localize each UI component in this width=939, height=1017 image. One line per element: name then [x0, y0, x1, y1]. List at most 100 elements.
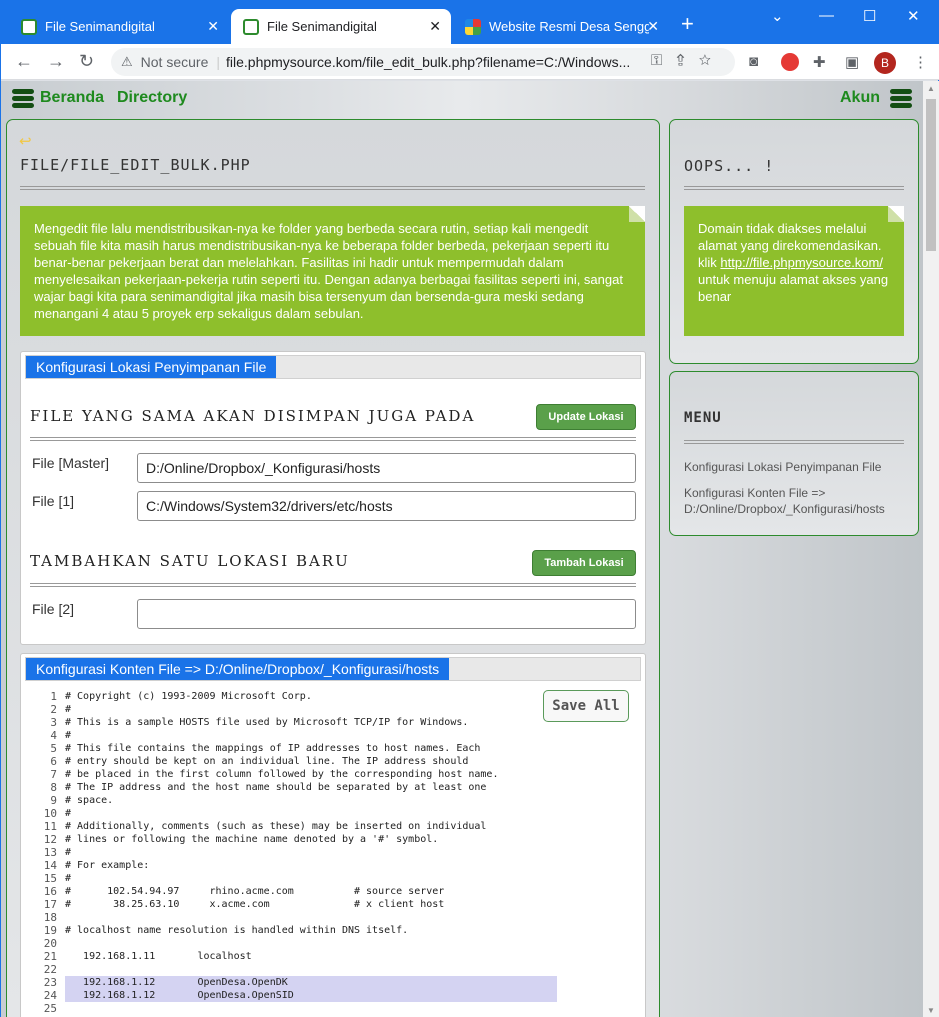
line-number: 5 — [50, 742, 57, 755]
code-line[interactable]: # The IP address and the host name shoul… — [65, 781, 557, 794]
line-number: 18 — [43, 911, 57, 924]
star-icon[interactable]: ☆ — [699, 52, 725, 69]
line-number: 9 — [50, 794, 57, 807]
line-number: 7 — [50, 768, 57, 781]
code-line[interactable]: 192.168.1.12 OpenDesa.OpenDK — [65, 976, 557, 989]
section-header: Konfigurasi Konten File => D:/Online/Dro… — [25, 657, 641, 681]
share-icon[interactable]: ⇪ — [676, 52, 698, 69]
code-line[interactable]: 192.168.1.12 OpenDesa.OpenSID — [65, 989, 557, 1002]
warning-icon[interactable]: ⚠ — [121, 54, 133, 70]
scroll-thumb[interactable] — [926, 99, 936, 251]
back-arrow-icon[interactable]: ↩ — [19, 132, 32, 150]
line-numbers: 1 2 3 4 5 6 7 8 9 10 11 12 13 14 15 16 17 18 19 20 21 22 23 24 2… — [29, 690, 57, 1015]
section-header: Konfigurasi Lokasi Penyimpanan File — [25, 355, 641, 379]
code-line[interactable] — [65, 911, 557, 924]
back-icon[interactable]: ← — [15, 51, 33, 72]
code-line[interactable]: # lines or following the machine name de… — [65, 833, 557, 846]
code-line[interactable]: # This is a sample HOSTS file used by Mi… — [65, 716, 557, 729]
code-line[interactable]: # For example: — [65, 859, 557, 872]
code-line[interactable]: # be placed in the first column followed… — [65, 768, 557, 781]
code-content[interactable]: # Copyright (c) 1993-2009 Microsoft Corp… — [65, 690, 557, 1015]
dog-ear — [888, 206, 904, 222]
puzzle-icon[interactable]: ✚ — [813, 53, 826, 71]
favicon-icon — [21, 18, 37, 35]
menu-item-lokasi[interactable]: Konfigurasi Lokasi Penyimpanan File — [684, 459, 881, 475]
tab-file-senimandigital-1[interactable]: File Senimandigital ✕ — [9, 9, 229, 44]
code-line[interactable]: # — [65, 846, 557, 859]
nav-directory[interactable]: Directory — [117, 89, 187, 107]
new-tab-icon[interactable]: + — [681, 13, 694, 35]
line-number: 20 — [43, 937, 57, 950]
code-line[interactable]: # — [65, 729, 557, 742]
tab-lokasi[interactable]: Konfigurasi Lokasi Penyimpanan File — [26, 356, 277, 378]
line-number: 19 — [43, 924, 57, 937]
maximize-icon[interactable]: ☐ — [863, 7, 876, 25]
nav-akun[interactable]: Akun — [840, 89, 880, 107]
save-all-button[interactable]: Save All — [543, 690, 629, 722]
line-number: 1 — [50, 690, 57, 703]
nav-beranda[interactable]: Beranda — [40, 89, 104, 107]
field-label-1: File [1] — [32, 493, 75, 509]
code-line[interactable] — [65, 937, 557, 950]
tab-konten[interactable]: Konfigurasi Konten File => D:/Online/Dro… — [26, 658, 450, 680]
update-lokasi-button[interactable]: Update Lokasi — [536, 404, 636, 430]
sidepanel-icon[interactable]: ▣ — [845, 53, 859, 71]
line-number: 21 — [43, 950, 57, 963]
reload-icon[interactable]: ↻ — [79, 51, 94, 72]
hamburger-menu-icon[interactable] — [12, 89, 34, 109]
code-line[interactable]: # This file contains the mappings of IP … — [65, 742, 557, 755]
close-tab-icon[interactable]: ✕ — [429, 18, 441, 35]
code-line[interactable]: # — [65, 872, 557, 885]
menu-item-konten[interactable]: Konfigurasi Konten File => D:/Online/Dro… — [684, 485, 909, 517]
forward-icon[interactable]: → — [47, 51, 65, 72]
code-line[interactable]: # 102.54.94.97 rhino.acme.com # source s… — [65, 885, 557, 898]
dog-ear — [629, 206, 645, 222]
browser-window: File Senimandigital ✕ File Senimandigita… — [0, 0, 939, 1017]
field-label-master: File [Master] — [32, 455, 110, 471]
extension-red-icon[interactable] — [781, 53, 799, 71]
code-line[interactable]: # localhost name resolution is handled w… — [65, 924, 557, 937]
account-menu-icon[interactable] — [890, 89, 912, 109]
konten-section: Konfigurasi Konten File => D:/Online/Dro… — [20, 653, 646, 1017]
menu-dots-icon[interactable]: ⋮ — [913, 53, 928, 71]
address-bar[interactable]: ⚠ Not secure | file.phpmysource.kom/file… — [111, 48, 735, 76]
close-tab-icon[interactable]: ✕ — [207, 18, 219, 35]
code-line[interactable]: # Additionally, comments (such as these)… — [65, 820, 557, 833]
oops-link[interactable]: http://file.phpmysource.kom/ — [720, 255, 883, 270]
camera-icon[interactable]: ◙ — [749, 53, 758, 70]
profile-avatar[interactable]: B — [874, 52, 896, 74]
scroll-down-icon[interactable]: ▼ — [927, 1006, 935, 1015]
code-line[interactable]: # — [65, 807, 557, 820]
code-line[interactable]: # Copyright (c) 1993-2009 Microsoft Corp… — [65, 690, 557, 703]
security-label[interactable]: Not secure — [141, 54, 209, 70]
favicon-icon — [243, 18, 259, 35]
code-line[interactable]: # space. — [65, 794, 557, 807]
scrollbar[interactable]: ▲ ▼ — [923, 81, 939, 1017]
close-tab-icon[interactable]: ✕ — [647, 18, 659, 35]
line-number: 4 — [50, 729, 57, 742]
file-2-input[interactable] — [137, 599, 636, 629]
code-line[interactable] — [65, 963, 557, 976]
code-editor[interactable]: 1 2 3 4 5 6 7 8 9 10 11 12 13 14 15 16 17 18 19 20 21 22 23 24 2… — [29, 686, 637, 1017]
code-line[interactable]: # entry should be kept on an individual … — [65, 755, 557, 768]
url-text[interactable]: file.phpmysource.kom/file_edit_bulk.php?… — [226, 54, 636, 70]
scroll-up-icon[interactable]: ▲ — [927, 84, 935, 93]
minimize-icon[interactable]: — — [819, 7, 834, 24]
code-line[interactable] — [65, 1002, 557, 1015]
key-icon[interactable]: ⚿ — [651, 52, 676, 69]
line-number: 6 — [50, 755, 57, 768]
line-number: 8 — [50, 781, 57, 794]
line-number: 15 — [43, 872, 57, 885]
code-line[interactable]: # — [65, 703, 557, 716]
code-line[interactable]: 192.168.1.11 localhost — [65, 950, 557, 963]
file-master-input[interactable]: D:/Online/Dropbox/_Konfigurasi/hosts — [137, 453, 636, 483]
line-number: 11 — [43, 820, 57, 833]
file-1-input[interactable]: C:/Windows/System32/drivers/etc/hosts — [137, 491, 636, 521]
code-line[interactable]: # 38.25.63.10 x.acme.com # x client host — [65, 898, 557, 911]
close-window-icon[interactable]: ✕ — [907, 7, 920, 25]
tambah-lokasi-button[interactable]: Tambah Lokasi — [532, 550, 636, 576]
tab-website-desa[interactable]: Website Resmi Desa Sengg ✕ — [453, 9, 669, 44]
chevron-down-icon[interactable]: ⌄ — [771, 7, 784, 25]
tab-title: Website Resmi Desa Sengg — [489, 19, 649, 34]
tab-file-senimandigital-2[interactable]: File Senimandigital ✕ — [231, 9, 451, 44]
